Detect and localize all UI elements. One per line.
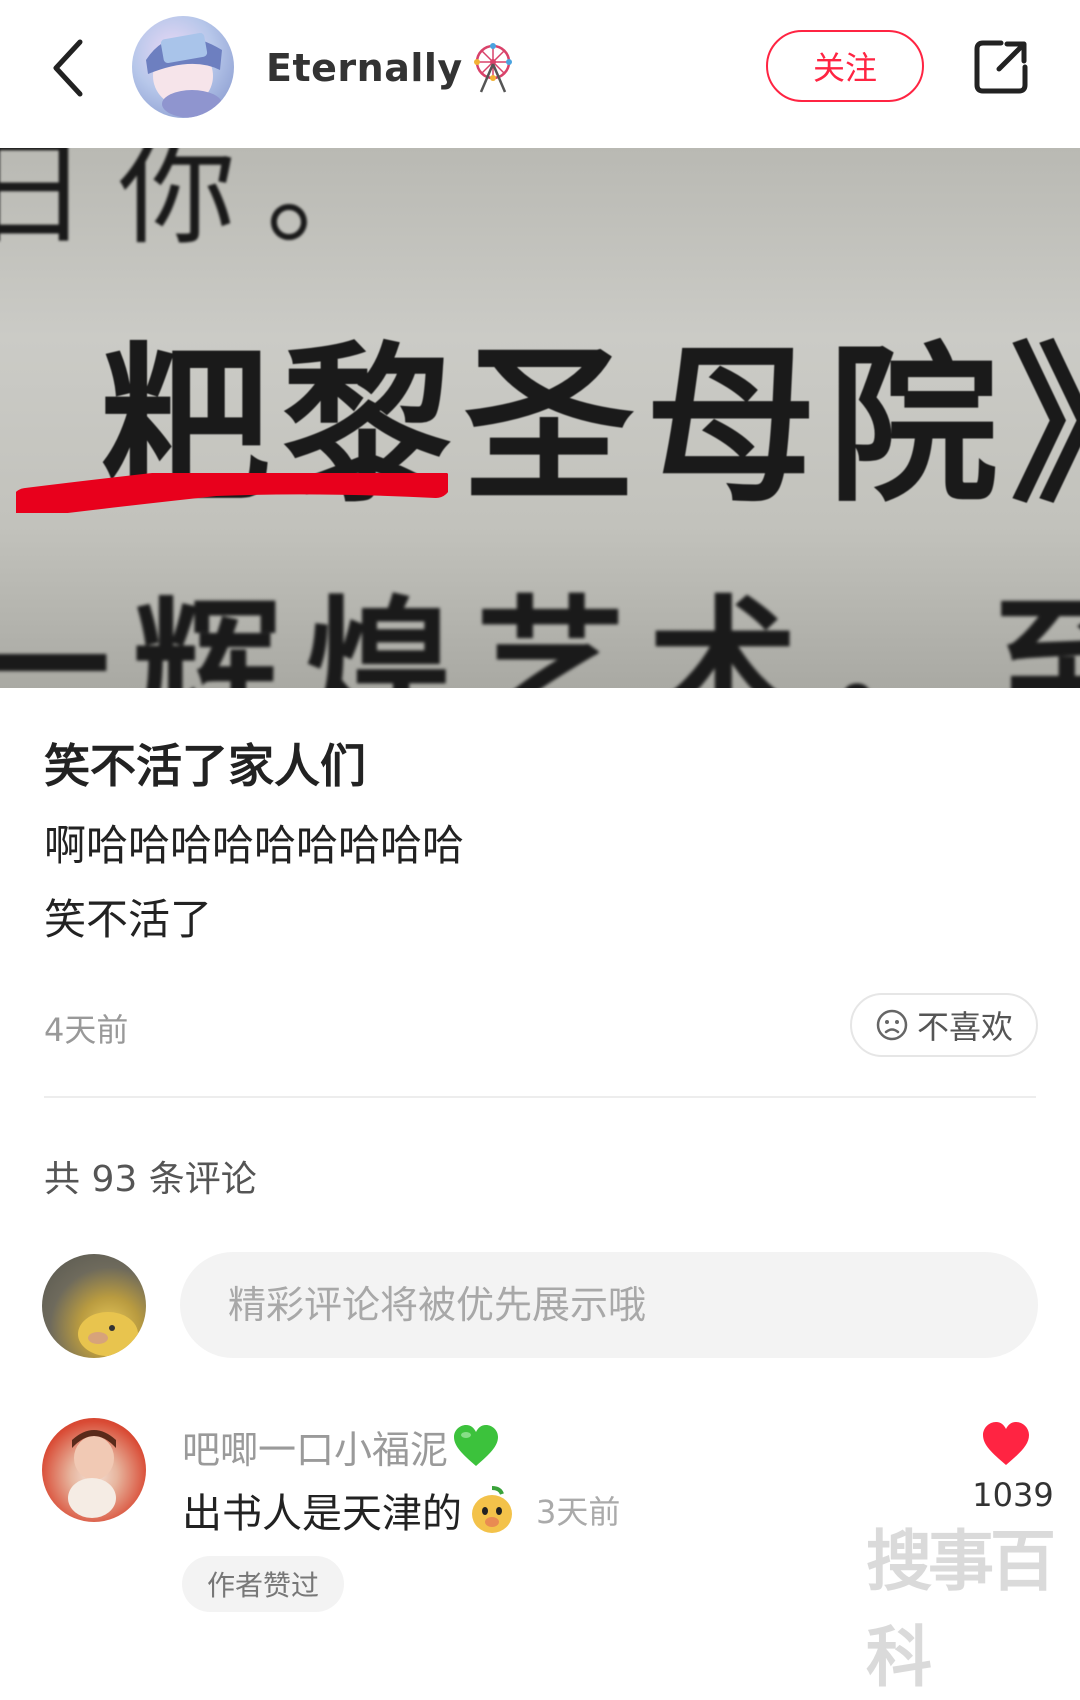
post-body-line-1: 啊哈哈哈哈哈哈哈哈哈 — [44, 821, 465, 870]
comment-avatar[interactable] — [42, 1418, 146, 1522]
dislike-button[interactable]: 不喜欢 — [850, 993, 1038, 1057]
frown-face-icon — [876, 1009, 908, 1041]
share-icon — [974, 40, 1028, 94]
back-button[interactable] — [40, 32, 96, 104]
chevron-left-icon — [53, 39, 83, 97]
dislike-label: 不喜欢 — [916, 1008, 1013, 1046]
author-avatar[interactable] — [132, 16, 234, 118]
share-button[interactable] — [966, 32, 1036, 102]
heart-icon — [983, 1422, 1029, 1465]
follow-button[interactable]: 关注 — [766, 30, 924, 102]
comment-input[interactable] — [180, 1252, 1038, 1358]
red-underline-mark — [16, 473, 448, 513]
divider — [44, 1096, 1036, 1098]
watermark: 搜事百科 — [866, 1522, 1056, 1696]
like-button[interactable] — [976, 1416, 1036, 1472]
photo-text-line-1: 日你。 — [0, 148, 415, 261]
author-liked-badge: 作者赞过 — [182, 1556, 344, 1612]
post-time: 4天前 — [44, 1011, 129, 1049]
current-user-avatar — [42, 1254, 146, 1358]
post-body-line-2: 笑不活了 — [44, 895, 213, 944]
comment-text-row: 出书人是天津的 3天前 — [182, 1480, 620, 1540]
green-heart-icon — [454, 1425, 499, 1466]
ferris-wheel-icon — [473, 43, 512, 93]
author-name[interactable]: Eternally — [266, 46, 463, 90]
comment-count: 共 93 条评论 — [44, 1159, 257, 1200]
comment-time: 3天前 — [536, 1493, 621, 1531]
top-bar: Eternally 关注 — [0, 0, 1080, 148]
comment-username[interactable]: 吧唧一口小福泥 — [182, 1419, 448, 1474]
pear-emoji-icon — [472, 1486, 512, 1533]
comment-text: 出书人是天津的 — [182, 1491, 462, 1537]
post-title: 笑不活了家人们 — [44, 739, 366, 793]
comment-username-row: 吧唧一口小福泥 — [182, 1418, 500, 1474]
post-image[interactable]: 日你。 粑黎圣母院》 一辉煌艺术，至 — [0, 148, 1080, 688]
photo-text-line-3: 一辉煌艺术，至 — [0, 581, 1080, 688]
